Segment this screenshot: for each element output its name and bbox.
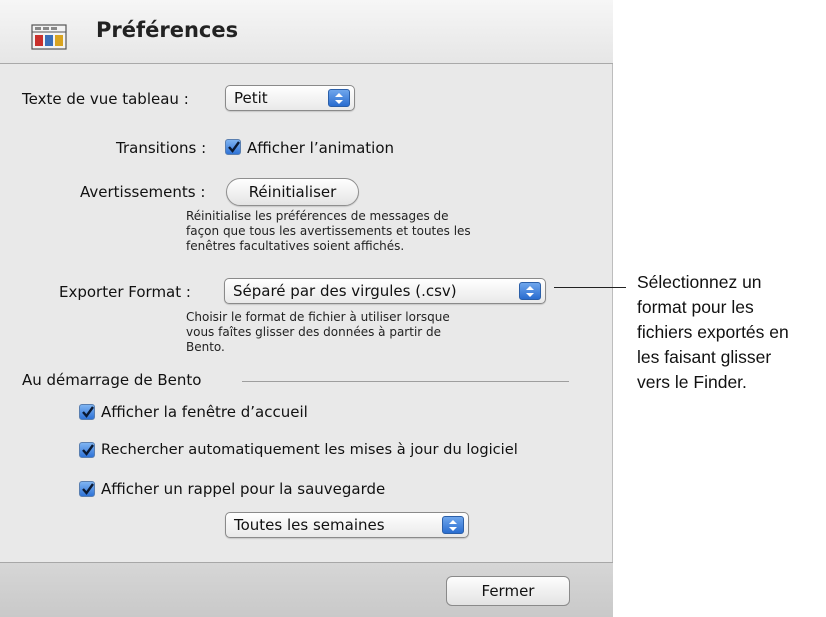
window-title: Préférences [96, 18, 239, 42]
welcome-checkbox-label[interactable]: Afficher la fenêtre d’accueil [101, 403, 308, 421]
table-view-value: Petit [234, 89, 268, 107]
checkmark-icon [82, 406, 94, 418]
preferences-window: Préférences Texte de vue tableau : Petit… [0, 0, 613, 617]
export-format-label: Exporter Format : [59, 283, 191, 301]
startup-group-title: Au démarrage de Bento [22, 371, 202, 389]
popup-arrows-icon [442, 516, 464, 534]
backup-checkbox-label[interactable]: Afficher un rappel pour la sauvegarde [101, 480, 385, 498]
animation-checkbox-label[interactable]: Afficher l’animation [247, 139, 394, 157]
transitions-label: Transitions : [116, 139, 207, 157]
backup-checkbox[interactable] [79, 481, 95, 497]
callout-text: Sélectionnez un format pour les fichiers… [637, 272, 789, 392]
checkmark-icon [228, 141, 240, 153]
group-divider [242, 381, 569, 382]
popup-arrows-icon [328, 89, 350, 107]
backup-frequency-popup[interactable]: Toutes les semaines [225, 512, 469, 538]
animation-checkbox[interactable] [225, 139, 241, 155]
table-view-label: Texte de vue tableau : [22, 90, 189, 108]
callout-leader-line [554, 287, 626, 288]
table-view-popup[interactable]: Petit [225, 85, 355, 111]
reset-button[interactable]: Réinitialiser [226, 178, 359, 206]
updates-checkbox-label[interactable]: Rechercher automatiquement les mises à j… [101, 441, 518, 458]
welcome-checkbox[interactable] [79, 404, 95, 420]
checkmark-icon [82, 483, 94, 495]
warnings-help-text: Réinitialise les préférences de messages… [186, 209, 471, 253]
title-bar: Préférences [0, 0, 613, 64]
popup-arrows-icon [519, 282, 541, 300]
footer-bar: Fermer [0, 562, 613, 617]
export-help-text: Choisir le format de fichier à utiliser … [186, 310, 450, 354]
export-format-popup[interactable]: Séparé par des virgules (.csv) [224, 278, 546, 304]
preferences-icon [31, 24, 67, 50]
export-format-value: Séparé par des virgules (.csv) [233, 282, 457, 300]
backup-frequency-value: Toutes les semaines [234, 516, 385, 534]
updates-checkbox[interactable] [79, 442, 95, 458]
warnings-label: Avertissements : [80, 183, 206, 201]
close-button[interactable]: Fermer [446, 576, 570, 606]
checkmark-icon [82, 444, 94, 456]
